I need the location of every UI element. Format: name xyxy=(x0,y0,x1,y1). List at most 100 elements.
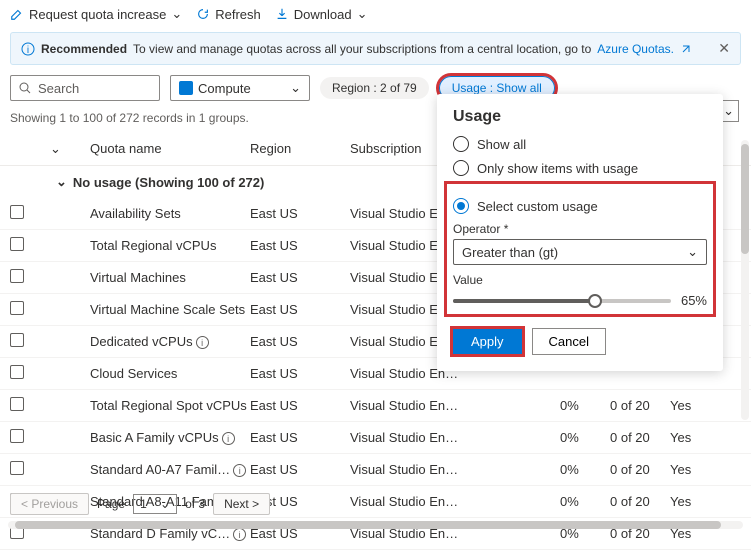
cell-quota: 0 of 20 xyxy=(610,462,670,477)
radio-only-usage[interactable]: Only show items with usage xyxy=(453,160,707,176)
cell-name: Availability Sets xyxy=(90,206,250,221)
close-icon[interactable]: ✕ xyxy=(718,40,730,57)
cell-percent: 0% xyxy=(560,462,610,477)
chevron-down-icon: ⌄ xyxy=(160,497,170,511)
chevron-down-icon: ⌄ xyxy=(56,174,67,190)
cancel-button[interactable]: Cancel xyxy=(532,328,606,355)
cell-name: Total Regional vCPUs xyxy=(90,238,250,253)
table-row[interactable]: Basic A Family vCPUsi East US Visual Stu… xyxy=(0,422,751,454)
cell-percent: 0% xyxy=(560,430,610,445)
chevron-down-icon: ⌄ xyxy=(723,103,734,119)
col-region[interactable]: Region xyxy=(250,141,350,157)
row-checkbox[interactable] xyxy=(10,365,24,379)
operator-value: Greater than (gt) xyxy=(462,245,558,260)
value-slider[interactable] xyxy=(453,299,671,303)
radio-icon xyxy=(453,160,469,176)
usage-filter-flyout: Usage Show all Only show items with usag… xyxy=(437,94,723,371)
cell-name: Standard A0-A7 Famil…i xyxy=(90,462,250,478)
cell-name: Total Regional Spot vCPUs xyxy=(90,398,250,413)
row-checkbox[interactable] xyxy=(10,269,24,283)
chevron-down-icon: ⌄ xyxy=(290,80,301,96)
table-row[interactable]: Total Regional Spot vCPUs East US Visual… xyxy=(0,390,751,422)
refresh-label: Refresh xyxy=(215,7,261,22)
row-checkbox[interactable] xyxy=(10,461,24,475)
value-label: Value xyxy=(453,273,707,287)
edit-icon xyxy=(10,7,24,21)
recommendation-banner: i Recommended To view and manage quotas … xyxy=(10,32,741,65)
cell-subscription: Visual Studio En… xyxy=(350,462,470,477)
row-checkbox[interactable] xyxy=(10,237,24,251)
page-of: of 3 xyxy=(185,497,205,511)
cell-name: Virtual Machines xyxy=(90,270,250,285)
chevron-down-icon[interactable]: ⌄ xyxy=(50,141,90,157)
info-icon[interactable]: i xyxy=(233,528,246,541)
prev-page-button[interactable]: < Previous xyxy=(10,493,89,515)
download-icon xyxy=(275,7,289,21)
quota-increase-button[interactable]: Request quota increase ⌄ xyxy=(10,6,182,22)
radio-icon xyxy=(453,198,469,214)
download-button[interactable]: Download ⌄ xyxy=(275,6,368,22)
info-icon[interactable]: i xyxy=(233,464,246,477)
cell-quota: 0 of 20 xyxy=(610,398,670,413)
page-input[interactable]: 1⌄ xyxy=(133,494,177,514)
cell-adjustable: Yes xyxy=(670,462,720,477)
operator-label: Operator * xyxy=(453,222,707,236)
operator-select[interactable]: Greater than (gt) ⌄ xyxy=(453,239,707,265)
cell-region: East US xyxy=(250,398,350,413)
cell-region: East US xyxy=(250,302,350,317)
cell-region: East US xyxy=(250,270,350,285)
row-checkbox[interactable] xyxy=(10,397,24,411)
banner-text: To view and manage quotas across all you… xyxy=(133,42,591,56)
external-link-icon xyxy=(680,43,692,55)
cell-adjustable: Yes xyxy=(670,430,720,445)
provider-combo[interactable]: Compute ⌄ xyxy=(170,75,310,101)
value-percent: 65% xyxy=(681,293,707,308)
cell-name: Virtual Machine Scale Sets xyxy=(90,302,250,317)
cell-name: Dedicated vCPUsi xyxy=(90,334,250,350)
cell-region: East US xyxy=(250,206,350,221)
table-row[interactable]: Standard A0-A7 Famil…i East US Visual St… xyxy=(0,454,751,486)
row-checkbox[interactable] xyxy=(10,301,24,315)
region-filter-pill[interactable]: Region : 2 of 79 xyxy=(320,77,429,99)
refresh-icon xyxy=(196,7,210,21)
search-placeholder: Search xyxy=(38,81,79,96)
svg-text:i: i xyxy=(27,45,29,56)
cell-region: East US xyxy=(250,430,350,445)
cell-region: East US xyxy=(250,334,350,349)
col-quota-name[interactable]: Quota name xyxy=(90,141,250,157)
row-checkbox[interactable] xyxy=(10,205,24,219)
group-label: No usage (Showing 100 of 272) xyxy=(73,175,264,190)
cell-subscription: Visual Studio En… xyxy=(350,398,470,413)
cell-adjustable: Yes xyxy=(670,398,720,413)
next-page-button[interactable]: Next > xyxy=(213,493,270,515)
search-icon xyxy=(19,82,32,95)
compute-icon xyxy=(179,81,193,95)
cell-percent: 0% xyxy=(560,398,610,413)
row-checkbox[interactable] xyxy=(10,429,24,443)
azure-quotas-link[interactable]: Azure Quotas. xyxy=(597,42,674,56)
provider-value: Compute xyxy=(198,81,251,96)
quota-increase-label: Request quota increase xyxy=(29,7,166,22)
cell-name: Cloud Services xyxy=(90,366,250,381)
info-icon: i xyxy=(21,42,35,56)
row-checkbox[interactable] xyxy=(10,333,24,347)
chevron-down-icon: ⌄ xyxy=(171,6,182,22)
search-input[interactable]: Search xyxy=(10,75,160,101)
chevron-down-icon: ⌄ xyxy=(687,244,698,260)
radio-icon xyxy=(453,136,469,152)
cell-region: East US xyxy=(250,238,350,253)
info-icon[interactable]: i xyxy=(222,432,235,445)
horizontal-scrollbar[interactable] xyxy=(8,521,743,529)
radio-custom-usage[interactable]: Select custom usage xyxy=(453,198,707,214)
vertical-scrollbar[interactable] xyxy=(741,140,749,420)
cell-name: Basic A Family vCPUsi xyxy=(90,430,250,446)
refresh-button[interactable]: Refresh xyxy=(196,7,261,22)
apply-button[interactable]: Apply xyxy=(453,329,522,354)
info-icon[interactable]: i xyxy=(196,336,209,349)
cell-region: East US xyxy=(250,462,350,477)
cell-region: East US xyxy=(250,366,350,381)
chevron-down-icon: ⌄ xyxy=(357,6,368,22)
flyout-title: Usage xyxy=(453,108,707,126)
radio-show-all[interactable]: Show all xyxy=(453,136,707,152)
cell-quota: 0 of 20 xyxy=(610,430,670,445)
